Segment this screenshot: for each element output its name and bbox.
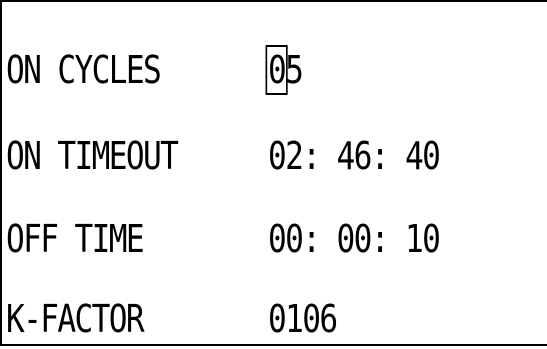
on-timeout-label: ON TIMEOUT <box>6 134 179 178</box>
off-time-value[interactable]: 00: 00: 10 <box>268 217 441 261</box>
off-time-label: OFF TIME <box>6 217 145 261</box>
lcd-display: ON CYCLES 05 ON TIMEOUT 02: 46: 40 OFF T… <box>0 0 547 346</box>
on-cycles-selected-digit[interactable]: 0 <box>265 45 288 95</box>
k-factor-value[interactable]: 0106 <box>268 297 338 341</box>
on-cycles-digit: 5 <box>285 48 304 92</box>
on-timeout-value[interactable]: 02: 46: 40 <box>268 134 441 178</box>
on-cycles-value[interactable]: 05 <box>265 45 304 95</box>
on-cycles-label: ON CYCLES <box>6 48 162 92</box>
k-factor-label: K-FACTOR <box>6 297 145 341</box>
